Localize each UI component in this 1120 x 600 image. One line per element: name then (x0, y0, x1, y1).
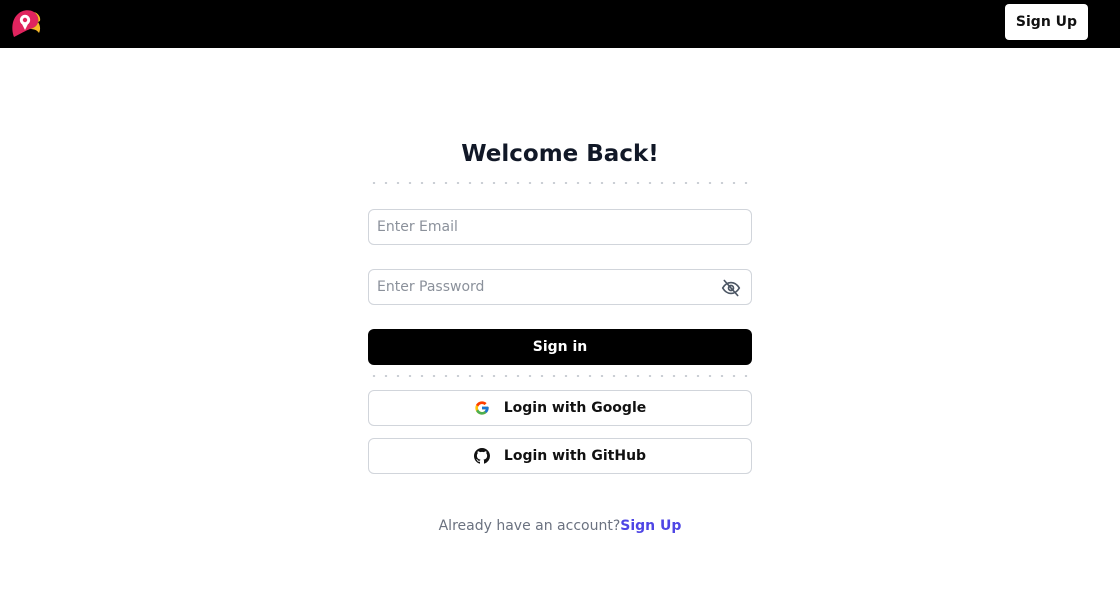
email-field-wrapper (368, 209, 752, 245)
header-signup-button[interactable]: Sign Up (1005, 4, 1088, 40)
eye-off-icon[interactable] (720, 278, 742, 298)
email-input[interactable] (369, 210, 751, 244)
page-title: Welcome Back! (461, 141, 659, 167)
github-login-button[interactable]: Login with GitHub (368, 438, 752, 474)
github-login-label: Login with GitHub (503, 448, 647, 464)
title-divider (368, 182, 752, 184)
signin-button[interactable]: Sign in (368, 329, 752, 365)
top-navbar: Sign Up (0, 0, 1120, 48)
signup-prompt-text: Already have an account? (438, 518, 621, 534)
oauth-divider (368, 375, 752, 377)
password-input[interactable] (369, 270, 751, 304)
google-login-button[interactable]: Login with Google (368, 390, 752, 426)
parrot-logo-icon[interactable] (8, 7, 42, 39)
login-card: Welcome Back! Sign in Login with Google … (368, 138, 752, 534)
password-field-wrapper (368, 269, 752, 305)
github-icon (473, 448, 490, 464)
google-icon (475, 401, 489, 415)
google-login-label: Login with Google (503, 400, 647, 416)
signup-link[interactable]: Sign Up (620, 518, 681, 534)
signup-prompt: Already have an account?Sign Up (368, 518, 752, 534)
